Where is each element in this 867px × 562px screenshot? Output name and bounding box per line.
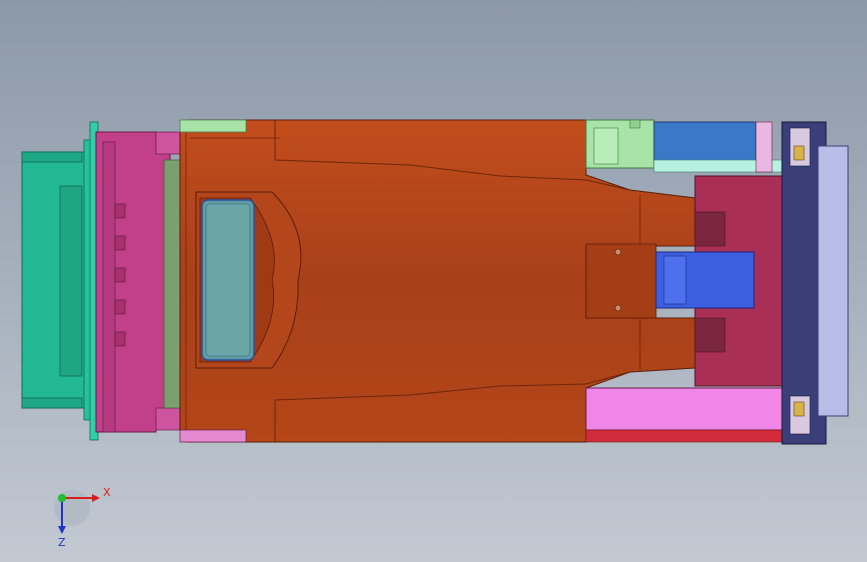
y-axis-dot xyxy=(58,494,66,502)
cad-model[interactable] xyxy=(21,119,849,445)
royal-blue-block[interactable] xyxy=(655,251,755,309)
cad-viewport[interactable]: X Z xyxy=(0,0,867,562)
x-axis-label: X xyxy=(103,486,111,499)
magenta-housing[interactable] xyxy=(95,131,181,433)
end-cap[interactable] xyxy=(781,121,849,445)
steel-blue-block[interactable] xyxy=(653,121,785,173)
connector-plug[interactable] xyxy=(21,121,99,441)
window-lens xyxy=(195,191,302,369)
pale-green-block[interactable] xyxy=(585,119,655,169)
z-axis-label: Z xyxy=(58,536,66,549)
pink-block[interactable] xyxy=(585,387,783,443)
